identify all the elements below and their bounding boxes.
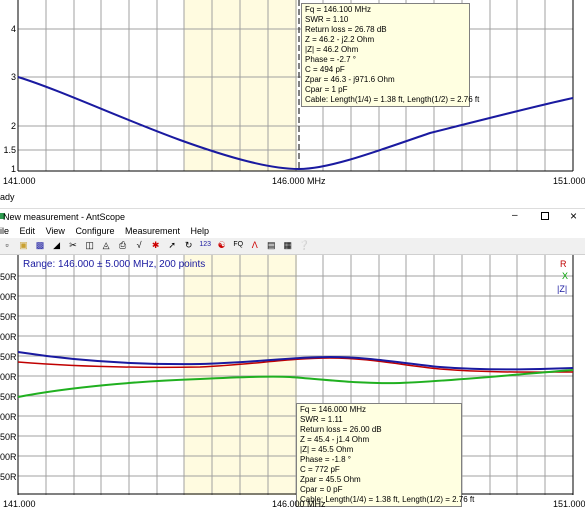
123-icon[interactable]: 123 [199,239,211,251]
chart-icon[interactable]: √ [133,239,145,251]
print-icon[interactable]: ⎙ [117,239,129,251]
copy-icon[interactable]: ◫ [84,239,96,251]
close-icon[interactable]: × [570,209,577,223]
menu-configure[interactable]: Configure [71,226,118,236]
bottom-tooltip: Fq = 146.000 MHz SWR = 1.11 Return loss … [296,403,474,507]
tooltip-line: Phase = -2.7 ° [305,55,357,64]
tooltip-line: SWR = 1.10 [305,15,349,24]
tooltip-line: Zpar = 46.3 - j971.6 Ohm [305,75,395,84]
legend-x: X [562,271,569,281]
tooltip-line: Fq = 146.100 MHz [305,5,372,14]
refresh-icon[interactable]: ↻ [183,239,195,251]
tooltip-line: Fq = 146.000 MHz [300,405,367,414]
minimize-icon[interactable]: – [512,210,518,221]
tooltip-line: Cpar = 1 pF [305,85,348,94]
toolbar: ▫ ▣ ▩ ◢ ✂ ◫ ◬ ⎙ √ ✱ ➚ ↻ 123 ☯ FQ Λ ▤ ▦ ❔ [0,238,585,255]
help-icon[interactable]: ❔ [298,239,310,251]
save-icon[interactable]: ▩ [34,239,46,251]
range-label: Range: 146.000 ± 5.000 MHz, 200 points [23,259,206,270]
tooltip-line: Z = 45.4 - j1.4 Ohm [300,435,370,444]
top-x-tick: 146.000 MHz [272,176,326,186]
cursor-icon[interactable]: ➚ [166,239,178,251]
top-grid [18,0,573,171]
top-swr-chart[interactable] [0,0,585,180]
tooltip-line: Zpar = 45.5 Ohm [300,475,361,484]
tooltip-line: Cable: Length(1/4) = 1.38 ft, Length(1/2… [305,95,480,104]
tooltip-line: C = 772 pF [300,465,340,474]
menu-view[interactable]: View [42,226,69,236]
zoom-icon[interactable]: Λ [249,239,261,251]
tooltip-line: Return loss = 26.00 dB [300,425,382,434]
legend-r: R [560,259,567,269]
status-text: ady [0,192,15,202]
top-tooltip: Fq = 146.100 MHz SWR = 1.10 Return loss … [301,3,480,107]
top-x-tick: 141.000 [3,176,36,186]
tooltip-line: SWR = 1.11 [300,415,343,424]
window-title: New measurement - AntScope [3,212,126,222]
fq-icon[interactable]: FQ [232,239,244,251]
tooltip-line: Z = 46.2 - j2.2 Ohm [305,35,375,44]
tooltip-line: |Z| = 46.2 Ohm [305,45,359,54]
bottom-x-tick: 151.000 [553,499,585,509]
legend-z: |Z| [557,284,568,294]
tooltip-line: C = 494 pF [305,65,345,74]
tooltip-line: Phase = -1.8 ° [300,455,352,464]
folder-icon[interactable]: ▣ [18,239,30,251]
tooltip-line: Return loss = 26.78 dB [305,25,387,34]
top-x-tick: 151.000 [553,176,585,186]
restore-icon[interactable] [541,212,549,220]
calibrate-icon[interactable]: ◢ [51,239,63,251]
menu-file[interactable]: ile [0,226,13,236]
antenna-icon[interactable]: ☯ [216,239,228,251]
bottom-x-tick: 141.000 [3,499,36,509]
tooltip-line: |Z| = 45.5 Ohm [300,445,354,454]
menu-edit[interactable]: Edit [16,226,40,236]
bottom-x-tick: 146.000 MHz [272,499,326,509]
bottom-impedance-chart[interactable] [0,255,585,495]
window-titlebar[interactable]: New measurement - AntScope – × [0,208,585,227]
graph-icon[interactable]: ▤ [265,239,277,251]
cut-icon[interactable]: ✂ [67,239,79,251]
tooltip-line: Cpar = 0 pF [300,485,343,494]
open-icon[interactable]: ▫ [1,239,13,251]
magnet-icon[interactable]: ✱ [150,239,162,251]
menu-help[interactable]: Help [187,226,214,236]
export-icon[interactable]: ▦ [282,239,294,251]
menu-bar: ile Edit View Configure Measurement Help [0,226,585,238]
menu-measurement[interactable]: Measurement [121,226,184,236]
paste-icon[interactable]: ◬ [100,239,112,251]
